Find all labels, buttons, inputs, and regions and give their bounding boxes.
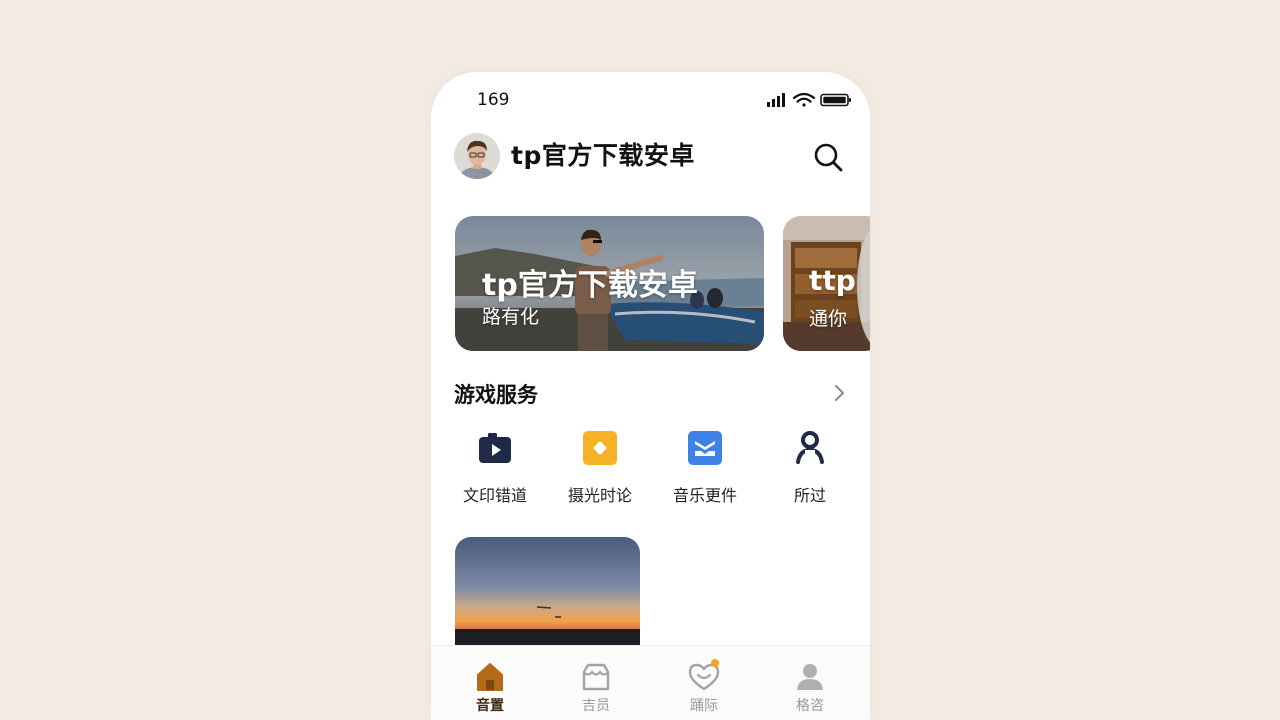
sunset-photo bbox=[455, 537, 640, 649]
service-label: 所过 bbox=[793, 486, 826, 505]
camera-play-icon bbox=[479, 433, 511, 463]
signal-icon bbox=[767, 93, 785, 107]
nav-item-heart[interactable]: 踊际 bbox=[659, 659, 749, 720]
service-label: 文印错道 bbox=[462, 486, 527, 505]
profile-icon bbox=[797, 664, 823, 690]
wifi-icon bbox=[792, 92, 816, 107]
chevron-right-icon[interactable] bbox=[829, 383, 849, 403]
phone-screen: 169 tp官方下载安卓 tp官方下载安卓 路有化 ttp 通你 游戏服务 文印… bbox=[431, 72, 870, 720]
diamond-tile-icon bbox=[583, 431, 617, 465]
service-item[interactable]: 摄光时论 bbox=[548, 428, 652, 508]
nav-label: 踊际 bbox=[690, 698, 718, 714]
nav-label: 吉员 bbox=[582, 698, 610, 714]
avatar[interactable] bbox=[454, 133, 500, 179]
nav-label: 音置 bbox=[476, 698, 504, 714]
banner-subtitle: 通你 bbox=[809, 308, 848, 330]
nav-item-profile[interactable]: 格咨 bbox=[765, 660, 855, 720]
banner-subtitle: 路有化 bbox=[482, 306, 540, 328]
service-item[interactable]: 音乐更件 bbox=[653, 428, 757, 508]
nav-item-home[interactable]: 音置 bbox=[445, 660, 535, 720]
banner-card-2[interactable]: ttp 通你 bbox=[783, 216, 870, 351]
bottom-nav: 音置 吉员 踊际 格咨 bbox=[431, 645, 870, 720]
mail-tray-icon bbox=[688, 431, 722, 465]
nav-label: 格咨 bbox=[796, 698, 824, 714]
home-icon bbox=[477, 663, 503, 691]
banner-title: tp官方下载安卓 bbox=[482, 268, 698, 303]
user-avatar-image bbox=[454, 133, 500, 179]
section-title: 游戏服务 bbox=[454, 383, 538, 407]
search-icon[interactable] bbox=[811, 140, 845, 174]
service-item[interactable]: 文印错道 bbox=[443, 428, 547, 508]
service-item[interactable]: 所过 bbox=[758, 428, 862, 508]
section-header: 游戏服务 bbox=[454, 377, 849, 409]
banner-title: ttp bbox=[809, 264, 856, 297]
person-icon bbox=[796, 431, 824, 464]
nav-item-store[interactable]: 吉员 bbox=[551, 660, 641, 720]
heart-badge-icon bbox=[687, 659, 721, 694]
notification-badge bbox=[711, 659, 719, 667]
app-title: tp官方下载安卓 bbox=[511, 141, 695, 170]
banner-card-1[interactable]: tp官方下载安卓 路有化 bbox=[455, 216, 764, 351]
service-label: 摄光时论 bbox=[567, 486, 632, 505]
store-icon bbox=[582, 663, 610, 691]
status-time: 169 bbox=[477, 90, 510, 110]
battery-icon bbox=[820, 93, 851, 107]
service-label: 音乐更件 bbox=[672, 486, 737, 505]
status-icons bbox=[767, 92, 851, 107]
content-thumbnail[interactable] bbox=[455, 537, 640, 649]
